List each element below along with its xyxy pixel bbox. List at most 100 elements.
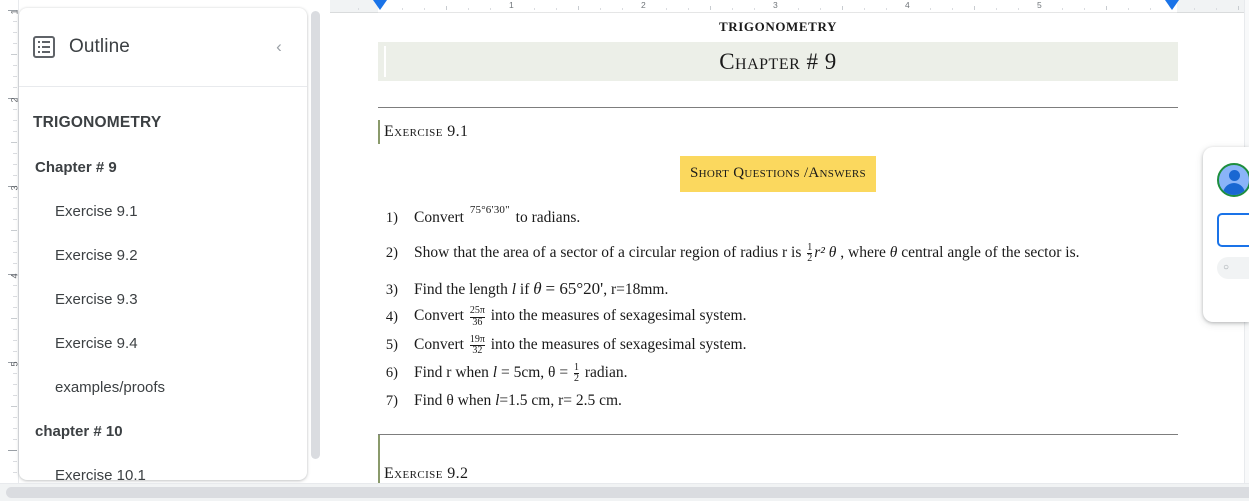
ruler-tick [11, 406, 17, 407]
outline-item-exercise-9-3[interactable]: Exercise 9.3 [19, 277, 307, 321]
exercise-9-2-block[interactable]: Exercise 9.2 [378, 433, 1178, 483]
indent-marker-right-icon[interactable] [1165, 0, 1179, 10]
outline-scrollbar[interactable] [311, 9, 320, 479]
outline-list-icon [33, 36, 55, 58]
side-panel[interactable]: ○ [1203, 147, 1249, 322]
question-item: 3) Find the length l if θ = 65°20', r=18m… [378, 280, 1178, 299]
ruler-tick [8, 450, 17, 451]
ruler-tick [11, 54, 17, 55]
ruler-tick [754, 8, 755, 10]
question-text: Convert 19π 32 into the measures of sexag… [414, 333, 1178, 356]
outline-item-label: Exercise 9.3 [55, 290, 138, 308]
outline-item-exercise-9-2[interactable]: Exercise 9.2 [19, 233, 307, 277]
outline-item-examples-proofs[interactable]: examples/proofs [19, 365, 307, 409]
ruler-tick [13, 285, 17, 286]
outline-item-label: Exercise 9.1 [55, 202, 138, 220]
outline-item-list: TRIGONOMETRY Chapter # 9 Exercise 9.1 Exerc… [19, 87, 307, 480]
ruler-tick [1018, 8, 1019, 10]
ruler-tick [13, 241, 17, 242]
ruler-tick [13, 208, 17, 209]
ruler-tick [13, 263, 17, 264]
ruler-tick [13, 197, 17, 198]
outline-item-chapter-9[interactable]: Chapter # 9 [19, 145, 307, 189]
outline-item-label: TRIGONOMETRY [33, 114, 162, 131]
question-text-part: , where [840, 244, 886, 262]
ruler-tick [13, 219, 17, 220]
ruler-tick [13, 175, 17, 176]
outline-item-trigonometry[interactable]: TRIGONOMETRY [19, 101, 307, 145]
selection-outline-box[interactable] [1217, 213, 1249, 247]
ruler-tick [1062, 8, 1063, 10]
document-content: TRIGONOMETRY Chapter # 9 Exercise 9.1 Sh… [378, 13, 1178, 483]
theta-symbol: θ [889, 244, 898, 262]
exercise-9-1-block[interactable]: Exercise 9.1 [378, 120, 1178, 144]
ruler-tick [732, 8, 733, 10]
horizontal-ruler-number: 2 [641, 0, 646, 10]
ruler-tick [13, 373, 17, 374]
question-text-part: = [559, 364, 569, 382]
ruler-tick [358, 8, 359, 10]
question-item: 4) Convert 25π 36 into the measures of sex… [378, 306, 1178, 328]
vertical-ruler-number: 1 [9, 9, 19, 15]
question-item: 6) Find r when l = 5cm, θ = 12 radian. [378, 362, 1178, 384]
question-text-part: central angle of the sector is. [901, 244, 1080, 262]
ruler-tick [13, 153, 17, 154]
outline-item-label: Exercise 9.2 [55, 246, 138, 264]
ruler-tick [13, 307, 17, 308]
horizontal-scrollbar-thumb[interactable] [6, 487, 1249, 498]
outline-scrollbar-thumb[interactable] [311, 11, 320, 459]
running-head: TRIGONOMETRY [719, 19, 837, 34]
question-text-part: radian. [584, 364, 628, 382]
horizontal-scrollbar[interactable] [0, 483, 1249, 501]
variable-l: l [511, 281, 517, 299]
vertical-ruler-number: 5 [9, 361, 19, 367]
ruler-tick [13, 329, 17, 330]
question-text-part: Convert [414, 335, 464, 353]
vertical-ruler[interactable]: 1 2 3 4 5 [0, 0, 19, 487]
angle-value: = 65°20' [545, 279, 604, 299]
outline-item-chapter-10[interactable]: chapter # 10 [19, 409, 307, 453]
ruler-tick [1128, 8, 1129, 10]
short-questions-heading-wrap: Short Questions /Answers [378, 156, 1178, 192]
fraction-one-half: 12 [807, 242, 813, 265]
ruler-tick [864, 8, 865, 10]
ruler-tick [622, 8, 623, 10]
outline-item-label: Exercise 10.1 [55, 466, 146, 481]
outline-panel: Outline ‹ TRIGONOMETRY Chapter # 9 Exercis… [19, 8, 307, 480]
outline-item-exercise-9-1[interactable]: Exercise 9.1 [19, 189, 307, 233]
indent-marker-left-icon[interactable] [373, 0, 387, 10]
question-text: Find the length l if θ = 65°20', r=18mm. [414, 280, 1178, 299]
question-text-part: , r=18mm. [603, 281, 669, 299]
ruler-tick [13, 87, 17, 88]
side-panel-chip[interactable]: ○ [1217, 257, 1249, 279]
ruler-tick [930, 8, 931, 10]
outline-item-exercise-9-4[interactable]: Exercise 9.4 [19, 321, 307, 365]
document-canvas[interactable]: TRIGONOMETRY Chapter # 9 Exercise 9.1 Sh… [330, 13, 1249, 483]
question-text-part: = 5cm, [500, 364, 545, 382]
angle-value: 75°6'30" [469, 204, 510, 216]
question-text: Find θ when l=1.5 cm, r= 2.5 cm. [414, 392, 1178, 409]
ruler-tick [996, 8, 997, 10]
ruler-tick [886, 8, 887, 10]
horizontal-ruler-number: 3 [773, 0, 778, 10]
user-avatar[interactable] [1217, 163, 1249, 197]
short-questions-heading: Short Questions /Answers [680, 156, 876, 192]
ruler-tick [600, 8, 601, 10]
ruler-tick [468, 8, 469, 10]
question-text-part: if [519, 281, 530, 299]
question-item: 5) Convert 19π 32 into the measures of sex… [378, 333, 1178, 356]
ruler-tick [11, 318, 17, 319]
outline-item-exercise-10-1[interactable]: Exercise 10.1 [19, 453, 307, 481]
question-text: Find r when l = 5cm, θ = 12 radian. [414, 362, 1178, 384]
ruler-tick [578, 6, 579, 10]
fraction-radian-value: 19π 32 [469, 333, 485, 356]
collapse-outline-button[interactable]: ‹ [267, 35, 291, 59]
outline-item-label: chapter # 10 [35, 422, 123, 440]
ruler-tick [1216, 8, 1217, 10]
ruler-tick [13, 417, 17, 418]
question-item: 2) Show that the area of a sector of a ci… [378, 242, 1178, 265]
ruler-tick [13, 384, 17, 385]
ruler-tick [556, 8, 557, 10]
question-number: 2) [385, 245, 398, 262]
exercise-9-2-label: Exercise 9.2 [384, 464, 469, 482]
